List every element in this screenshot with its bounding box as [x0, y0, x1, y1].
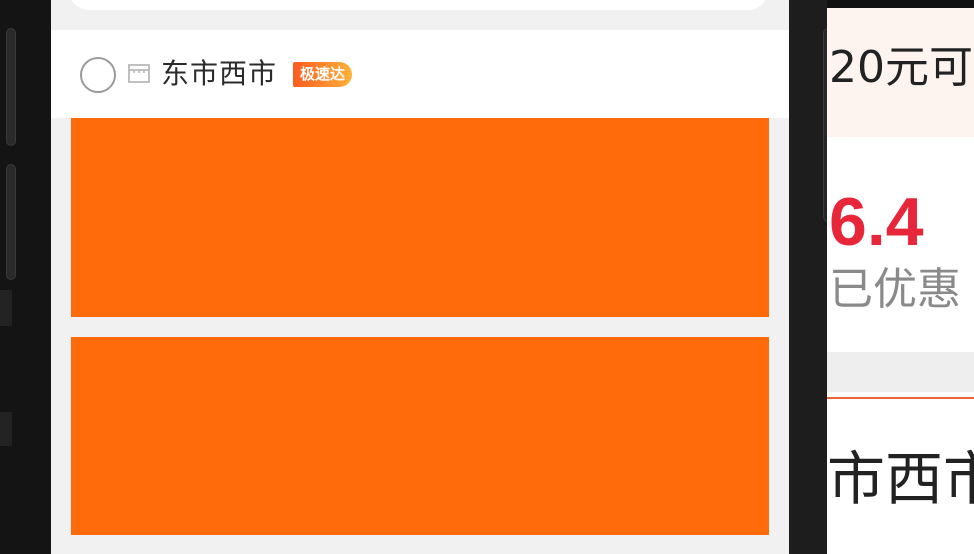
order-preview-panel: 20元可 6.4 已优惠 市西市 [827, 8, 974, 554]
search-bar[interactable] [69, 0, 768, 10]
store-name-partial: 市西市 [827, 445, 974, 513]
divider-panel [789, 0, 827, 554]
left-side-button[interactable] [6, 164, 16, 280]
left-panel-strip [0, 412, 12, 446]
express-badge: 极速达 [293, 62, 353, 87]
cart-screen: 东市西市 极速达 [51, 0, 789, 554]
notice-bar: 20元可 [827, 8, 974, 137]
shop-icon [128, 64, 150, 83]
accent-line [827, 397, 974, 399]
store-name[interactable]: 东市西市 [161, 54, 277, 94]
section-divider [827, 352, 974, 392]
notice-text: 20元可 [829, 42, 973, 93]
discount-text: 已优惠 [829, 264, 961, 315]
product-banner[interactable] [71, 118, 769, 317]
price-value: 6.4 [829, 184, 924, 260]
left-side-button[interactable] [6, 28, 16, 146]
product-banner[interactable] [71, 337, 769, 535]
left-panel-strip [0, 290, 12, 326]
radio-circle-icon[interactable] [80, 57, 116, 93]
store-header[interactable]: 东市西市 极速达 [51, 30, 789, 118]
